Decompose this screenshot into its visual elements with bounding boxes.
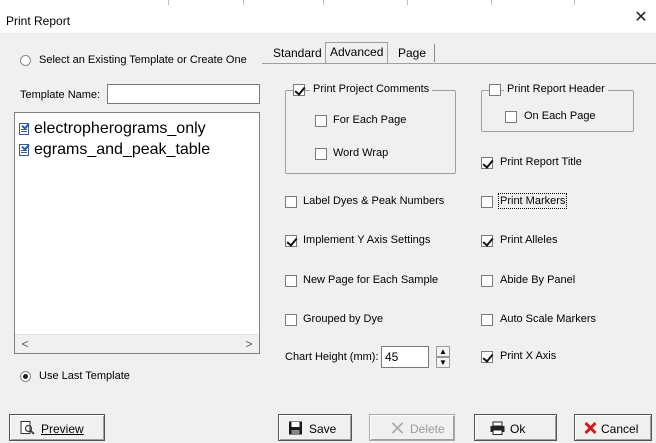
for-each-page-label: For Each Page [333,114,407,126]
template-name: egrams_and_peak_table [34,141,211,158]
template-name-input[interactable] [107,84,260,104]
abide-by-panel-checkbox[interactable] [481,275,493,287]
label-dyes-label: Label Dyes & Peak Numbers [303,195,445,207]
save-button-label: Save [309,422,337,436]
template-list[interactable]: electropherograms_only egrams_and_peak_t… [14,112,260,354]
delete-button-label: Delete [410,422,445,436]
on-each-page-label: On Each Page [524,110,596,122]
project-comments-group [285,90,456,174]
select-template-label: Select an Existing Template or Create On… [39,54,247,66]
new-page-each-sample-label: New Page for Each Sample [303,274,439,286]
abide-by-panel-label: Abide By Panel [500,274,576,286]
delete-button[interactable]: Delete [369,414,455,441]
use-last-template-radio[interactable] [20,371,31,382]
template-name: electropherograms_only [34,120,206,137]
label-dyes-checkbox[interactable] [285,196,297,208]
template-doc-icon [19,123,29,135]
print-report-title-label: Print Report Title [500,156,582,168]
print-project-comments-checkbox[interactable] [293,84,305,96]
grouped-by-dye-label: Grouped by Dye [303,313,384,325]
auto-scale-markers-label: Auto Scale Markers [500,313,596,325]
cancel-button-label: Cancel [601,422,639,436]
delete-icon [391,422,404,434]
print-report-header-label: Print Report Header [504,83,608,95]
print-report-title-checkbox[interactable] [481,157,493,169]
print-alleles-checkbox[interactable] [481,235,493,247]
preview-icon [20,421,35,435]
for-each-page-checkbox[interactable] [315,115,327,127]
tab-separator [434,44,435,62]
window-title: Print Report [6,14,71,28]
preview-button[interactable]: Preview [9,414,105,441]
tab-advanced[interactable]: Advanced [325,42,389,64]
cancel-x-icon [584,421,597,435]
tab-standard[interactable]: Standard [269,44,326,64]
horizontal-scrollbar[interactable]: < > [15,334,259,353]
list-item[interactable]: egrams_and_peak_table [19,141,255,161]
chart-height-label: Chart Height (mm): [285,351,379,363]
title-bar: Print Report ✕ [0,0,656,34]
template-name-label: Template Name: [20,89,101,101]
word-wrap-checkbox[interactable] [315,148,327,160]
printer-icon [490,421,505,435]
word-wrap-label: Word Wrap [333,147,389,159]
spin-up-icon[interactable]: ▲ [436,346,450,357]
auto-scale-markers-checkbox[interactable] [481,314,493,326]
scroll-right-icon[interactable]: > [241,337,257,352]
tab-page[interactable]: Page [394,44,430,64]
cancel-button[interactable]: Cancel [574,414,652,441]
print-markers-checkbox[interactable] [481,196,493,208]
save-icon [289,421,302,435]
implement-y-axis-label: Implement Y Axis Settings [303,234,431,246]
ok-button[interactable]: Ok [474,414,557,441]
print-markers-label: Print Markers [498,193,568,209]
grouped-by-dye-checkbox[interactable] [285,314,297,326]
preview-button-label: Preview [41,422,84,436]
tab-underline [262,63,656,64]
use-last-template-label: Use Last Template [39,370,130,382]
print-x-axis-checkbox[interactable] [481,351,493,363]
ok-button-label: Ok [510,422,526,436]
save-button[interactable]: Save [278,414,352,441]
new-page-each-sample-checkbox[interactable] [285,275,297,287]
print-report-header-checkbox[interactable] [489,84,501,96]
print-alleles-label: Print Alleles [500,234,558,246]
list-item[interactable]: electropherograms_only [19,120,255,140]
select-template-radio[interactable] [20,55,31,66]
template-doc-icon [19,144,29,156]
print-project-comments-label: Print Project Comments [310,83,433,95]
close-icon[interactable]: ✕ [630,8,652,28]
scroll-left-icon[interactable]: < [17,337,33,352]
on-each-page-checkbox[interactable] [505,111,517,123]
print-x-axis-label: Print X Axis [500,350,557,362]
implement-y-axis-checkbox[interactable] [285,235,297,247]
spin-down-icon[interactable]: ▼ [436,357,450,368]
chart-height-input[interactable] [381,346,429,368]
